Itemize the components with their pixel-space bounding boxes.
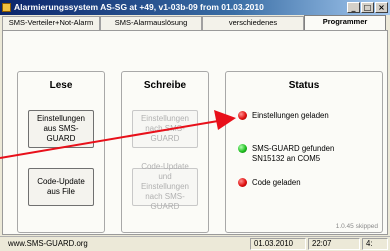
red-led-icon (238, 178, 247, 187)
status-bar: www.SMS-GUARD.org 01.03.2010 22:07 4: (0, 236, 390, 251)
schreibe-title: Schreibe (143, 80, 187, 91)
status-code-loaded: Code geladen (238, 178, 301, 188)
app-window: Alarmierungssystem AS-SG at +49, v1-03b-… (0, 0, 390, 251)
tab-programmer[interactable]: Programmer (304, 15, 386, 31)
lese-group: Lese Einstellungen aus SMS-GUARD Code-Up… (17, 71, 105, 233)
status-device-label: SMS-GUARD gefunden SN15132 an COM5 (252, 144, 335, 163)
title-bar[interactable]: Alarmierungssystem AS-SG at +49, v1-03b-… (0, 0, 390, 15)
tab-sms-verteiler[interactable]: SMS-Verteiler+Not-Alarm (2, 16, 100, 30)
statusbar-date: 01.03.2010 (250, 238, 306, 250)
status-group: Status Einstellungen geladen SMS-GUARD g… (225, 71, 383, 233)
version-label: 1.0.45 skipped (335, 223, 378, 230)
status-code-label: Code geladen (252, 178, 301, 187)
minimize-button[interactable]: _ (347, 2, 360, 13)
status-device-found: SMS-GUARD gefunden SN15132 an COM5 (238, 144, 348, 164)
green-led-icon (238, 144, 247, 153)
close-button[interactable]: × (375, 2, 388, 13)
programmer-panel: Lese Einstellungen aus SMS-GUARD Code-Up… (2, 30, 388, 235)
read-code-update-button[interactable]: Code-Update aus File (28, 168, 94, 206)
read-settings-button[interactable]: Einstellungen aus SMS-GUARD (28, 110, 94, 148)
app-icon (2, 3, 11, 12)
statusbar-time: 22:07 (308, 238, 360, 250)
statusbar-website: www.SMS-GUARD.org (8, 239, 88, 248)
status-settings-label: Einstellungen geladen (252, 111, 329, 120)
window-controls: _ □ × (347, 2, 388, 13)
maximize-button[interactable]: □ (361, 2, 374, 13)
red-led-icon (238, 111, 247, 120)
schreibe-group: Schreibe Einstellungen nach SMS-GUARD Co… (121, 71, 209, 233)
tab-bar: SMS-Verteiler+Not-Alarm SMS-Alarmauslösu… (2, 15, 388, 31)
tab-sms-alarmausloesung[interactable]: SMS-Alarmauslösung (100, 16, 202, 30)
statusbar-extra: 4: (362, 238, 388, 250)
status-title: Status (288, 80, 320, 91)
status-settings-loaded: Einstellungen geladen (238, 111, 329, 121)
write-settings-button[interactable]: Einstellungen nach SMS-GUARD (132, 110, 198, 148)
write-code-update-button[interactable]: Code-Update und Einstellungen nach SMS-G… (132, 162, 198, 211)
tab-verschiedenes[interactable]: verschiedenes (202, 16, 304, 30)
lese-title: Lese (49, 80, 73, 91)
window-title: Alarmierungssystem AS-SG at +49, v1-03b-… (14, 2, 264, 12)
